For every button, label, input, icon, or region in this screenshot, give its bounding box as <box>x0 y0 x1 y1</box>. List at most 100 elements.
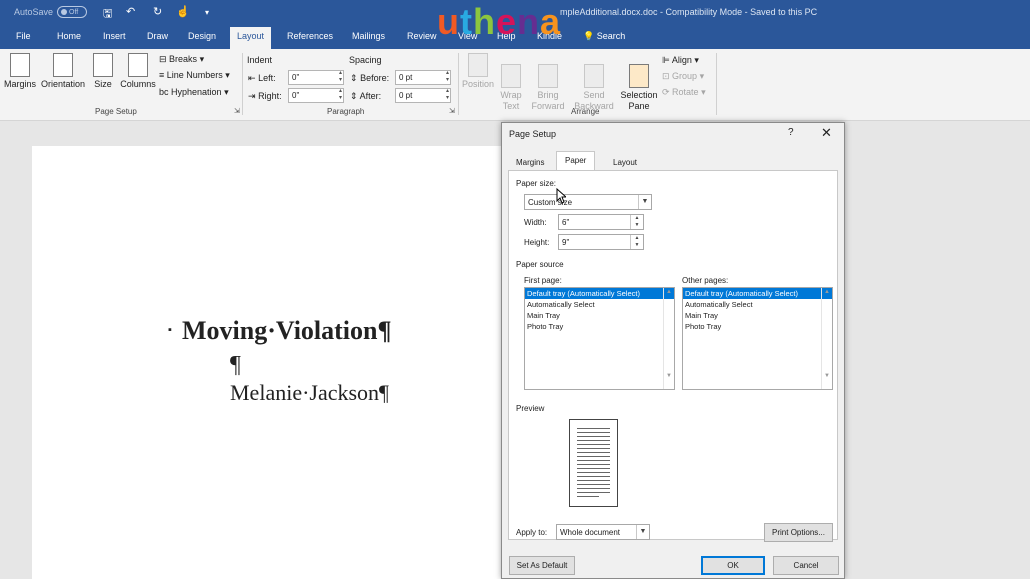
list-item[interactable]: Automatically Select <box>683 299 832 310</box>
arrange-group-label: Arrange <box>571 107 600 116</box>
width-input[interactable]: 6" ▲ ▼ <box>558 214 644 230</box>
tab-page-layout[interactable]: Layout <box>605 154 645 171</box>
save-icon[interactable]: 🖫 <box>103 5 112 24</box>
autosave-switch[interactable]: Off <box>57 6 88 18</box>
list-item[interactable]: Photo Tray <box>525 321 674 332</box>
touch-mode-icon[interactable]: ☝ <box>176 5 190 18</box>
page-setup-group-label: Page Setup <box>95 107 137 116</box>
spinner-icon[interactable]: ▲ ▼ <box>630 235 643 249</box>
spacing-before-label: ⇕ Before: <box>350 73 390 83</box>
dialog-title: Page Setup <box>509 129 557 139</box>
paper-size-label: Paper size: <box>516 179 557 188</box>
tab-file[interactable]: File <box>16 31 31 41</box>
document-author[interactable]: Melanie·Jackson¶ <box>230 380 389 406</box>
tab-home[interactable]: Home <box>57 31 81 41</box>
help-button[interactable]: ? <box>788 127 794 138</box>
chevron-down-icon: ▼ <box>638 195 651 209</box>
send-backward-icon <box>584 64 604 88</box>
spacing-after-label: ⇕ After: <box>350 91 382 101</box>
apply-to-label: Apply to: <box>516 528 548 537</box>
list-item[interactable]: Main Tray <box>683 310 832 321</box>
apply-to-select[interactable]: Whole document ▼ <box>556 524 650 540</box>
indent-left-input[interactable]: 0" <box>288 70 344 85</box>
line-numbers-icon: ≡ <box>159 70 167 80</box>
indent-left-icon: ⇤ <box>248 73 256 83</box>
spacing-before-input[interactable]: 0 pt <box>395 70 451 85</box>
page-setup-launcher-icon[interactable]: ⇲ <box>234 107 240 115</box>
margins-button[interactable]: Margins <box>3 53 37 89</box>
paper-tab-panel: Paper size: Custom size ▼ Width: 6" ▲ ▼ H… <box>508 170 838 542</box>
spacing-after-input[interactable]: 0 pt <box>395 88 451 103</box>
hyphenation-icon: bc <box>159 87 172 97</box>
columns-icon <box>128 53 148 77</box>
orientation-icon <box>53 53 73 77</box>
ok-button[interactable]: OK <box>701 556 765 575</box>
position-button[interactable]: Position <box>461 53 495 89</box>
other-pages-tray-list[interactable]: Default tray (Automatically Select) Auto… <box>682 287 833 390</box>
customize-qat-icon[interactable]: ▾ <box>205 8 209 17</box>
list-item[interactable]: Photo Tray <box>683 321 832 332</box>
scrollbar[interactable]: ▲ ▼ <box>821 288 832 389</box>
list-item[interactable]: Automatically Select <box>525 299 674 310</box>
indent-right-input[interactable]: 0" <box>288 88 344 103</box>
chevron-down-icon: ▼ <box>636 525 649 539</box>
selection-pane-button[interactable]: Selection Pane <box>619 53 659 112</box>
rotate-button[interactable]: ⟳ Rotate ▾ <box>662 87 706 98</box>
page-setup-dialog: Page Setup ? ✕ Margins Paper Layout Pape… <box>501 122 845 579</box>
group-icon: ⊡ <box>662 71 673 81</box>
spinner-icon[interactable]: ▲ ▼ <box>630 215 643 229</box>
tab-paper[interactable]: Paper <box>556 151 596 171</box>
tab-layout[interactable]: Layout <box>230 27 272 49</box>
height-input[interactable]: 9" ▲ ▼ <box>558 234 644 250</box>
scrollbar[interactable]: ▲ ▼ <box>663 288 674 389</box>
tab-draw[interactable]: Draw <box>147 31 168 41</box>
document-title: mpleAdditional.docx.doc - Compatibility … <box>560 7 818 17</box>
align-icon: ⊫ <box>662 55 672 65</box>
line-numbers-button[interactable]: ≡ Line Numbers ▾ <box>159 70 230 81</box>
breaks-button[interactable]: ⊟ Breaks ▾ <box>159 54 204 65</box>
page-preview <box>569 419 618 507</box>
autosave-label: AutoSave <box>14 7 54 17</box>
orientation-button[interactable]: Orientation <box>38 53 88 89</box>
spacing-after-icon: ⇕ <box>350 91 358 101</box>
ribbon-layout: Margins Orientation Size Columns ⊟ Break… <box>0 49 1030 121</box>
paper-size-select[interactable]: Custom size ▼ <box>524 194 652 210</box>
undo-icon[interactable]: ↶ <box>126 5 135 18</box>
print-options-button[interactable]: Print Options... <box>764 523 833 542</box>
document-heading[interactable]: Moving·Violation¶ <box>182 316 392 346</box>
list-item[interactable]: Default tray (Automatically Select) <box>683 288 832 299</box>
tab-design[interactable]: Design <box>188 31 216 41</box>
indent-left-label: ⇤ Left: <box>248 73 276 83</box>
tab-references[interactable]: References <box>287 31 333 41</box>
cancel-button[interactable]: Cancel <box>773 556 839 575</box>
paragraph-launcher-icon[interactable]: ⇲ <box>449 107 455 115</box>
hyphenation-button[interactable]: bc Hyphenation ▾ <box>159 87 229 98</box>
tab-review[interactable]: Review <box>407 31 437 41</box>
lightbulb-icon: 💡 <box>583 31 597 41</box>
bring-forward-button[interactable]: Bring Forward <box>527 53 569 112</box>
wrap-text-icon <box>501 64 521 88</box>
tab-margins[interactable]: Margins <box>508 154 552 171</box>
size-button[interactable]: Size <box>92 53 114 89</box>
close-icon[interactable]: ✕ <box>821 125 832 141</box>
first-page-tray-list[interactable]: Default tray (Automatically Select) Auto… <box>524 287 675 390</box>
tab-insert[interactable]: Insert <box>103 31 126 41</box>
paragraph-group-label: Paragraph <box>327 107 365 116</box>
set-as-default-button[interactable]: Set As Default <box>509 556 575 575</box>
title-bar: AutoSave Off 🖫 ↶ ↻ ☝ ▾ mpleAdditional.do… <box>0 0 1030 42</box>
width-label: Width: <box>524 218 547 227</box>
list-item[interactable]: Main Tray <box>525 310 674 321</box>
other-pages-label: Other pages: <box>682 276 729 285</box>
columns-button[interactable]: Columns <box>118 53 158 89</box>
indent-right-label: ⇥ Right: <box>248 91 282 101</box>
list-item[interactable]: Default tray (Automatically Select) <box>525 288 674 299</box>
tab-mailings[interactable]: Mailings <box>352 31 385 41</box>
redo-icon[interactable]: ↻ <box>153 5 162 18</box>
group-button[interactable]: ⊡ Group ▾ <box>662 71 704 82</box>
send-backward-button[interactable]: Send Backward <box>571 53 617 112</box>
autosave-toggle[interactable]: AutoSave Off <box>14 6 88 18</box>
align-button[interactable]: ⊫ Align ▾ <box>662 55 699 66</box>
wrap-text-button[interactable]: Wrap Text <box>497 53 525 112</box>
tell-me-search[interactable]: 💡 Search <box>583 31 625 42</box>
empty-paragraph-mark[interactable]: ¶ <box>230 352 241 379</box>
